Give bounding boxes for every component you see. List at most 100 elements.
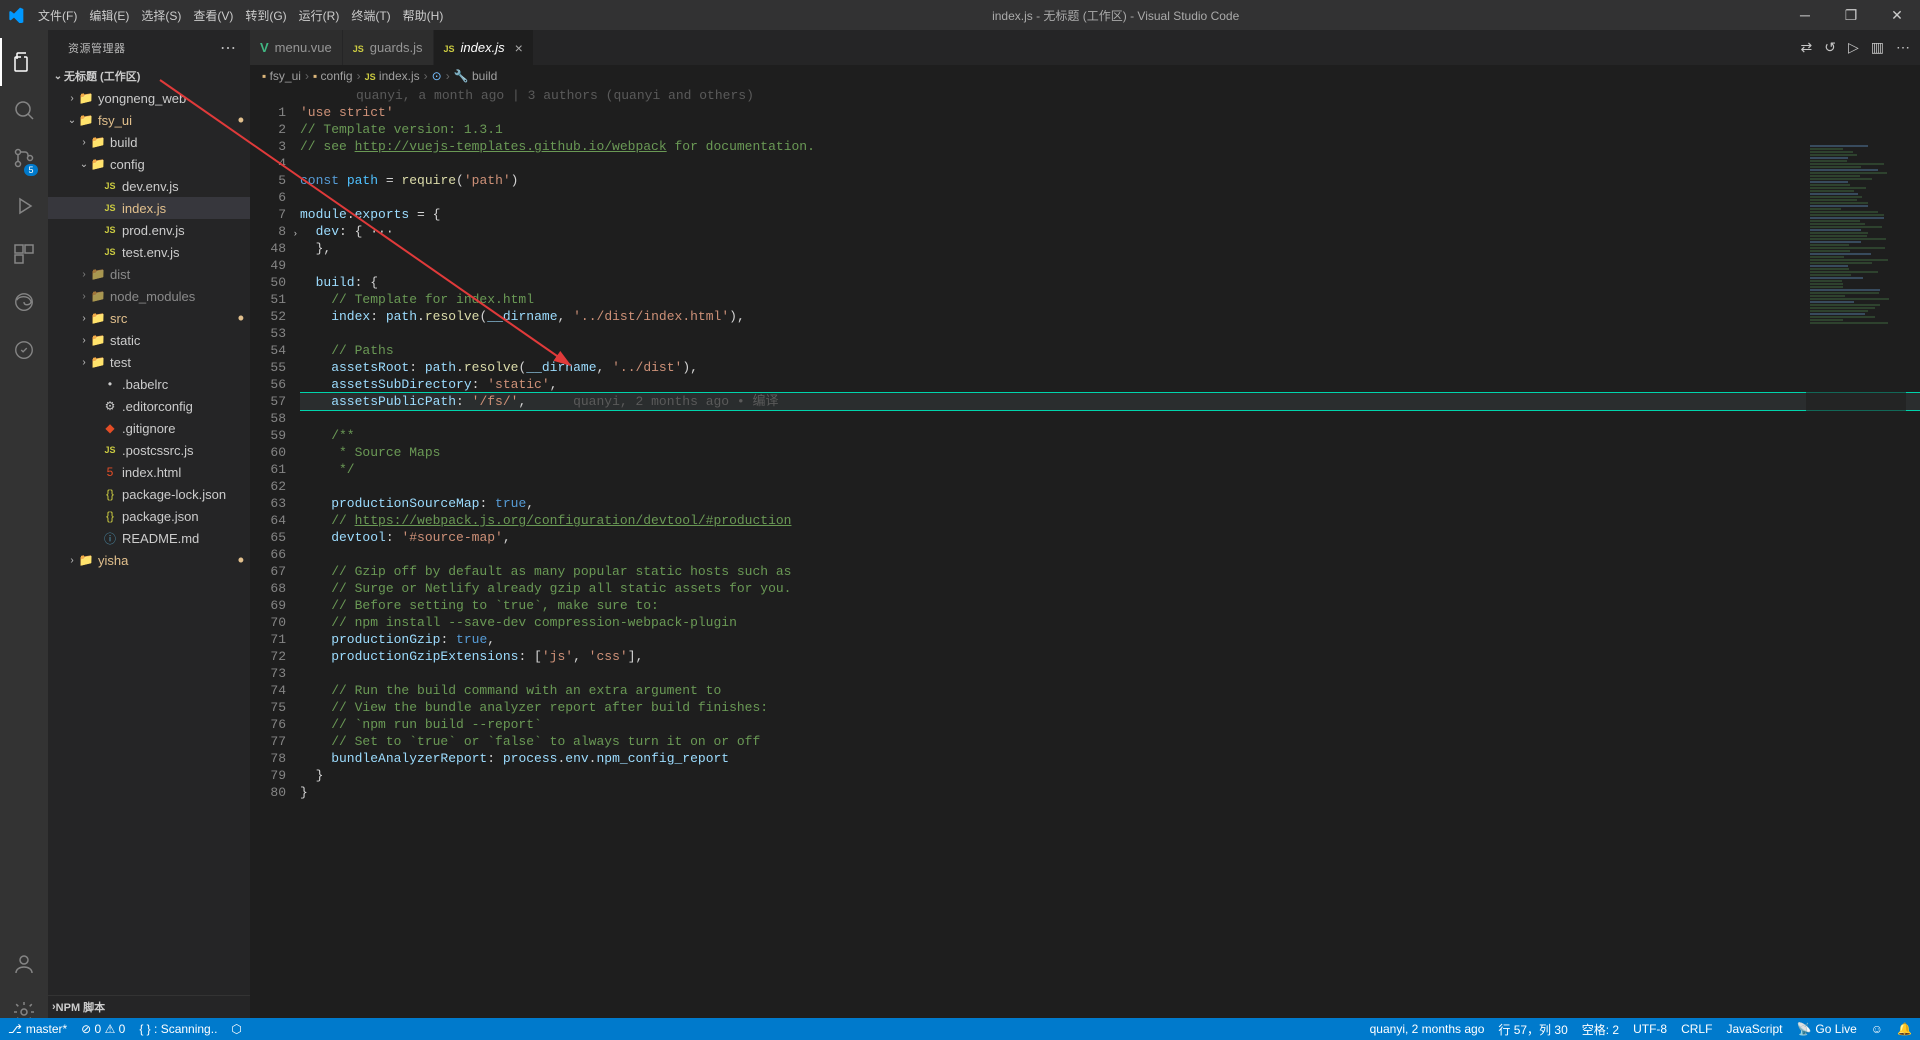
- breadcrumb-item[interactable]: JS index.js: [365, 69, 420, 83]
- code-line[interactable]: 'use strict': [300, 104, 1920, 121]
- close-button[interactable]: ✕: [1874, 0, 1920, 30]
- tree-item[interactable]: JSprod.env.js: [48, 219, 250, 241]
- menu-item[interactable]: 转到(G): [239, 7, 292, 24]
- tree-item[interactable]: ›📁src•: [48, 307, 250, 329]
- tree-item[interactable]: {}package.json: [48, 505, 250, 527]
- code-line[interactable]: }: [300, 767, 1920, 784]
- extensions-icon[interactable]: [0, 230, 48, 278]
- tree-item[interactable]: JSindex.js: [48, 197, 250, 219]
- code-line[interactable]: },: [300, 240, 1920, 257]
- edge-icon[interactable]: [0, 278, 48, 326]
- source-control-icon[interactable]: 5: [0, 134, 48, 182]
- code-line[interactable]: productionSourceMap: true,: [300, 495, 1920, 512]
- code-line[interactable]: build: {: [300, 274, 1920, 291]
- tree-item[interactable]: JSdev.env.js: [48, 175, 250, 197]
- code-line[interactable]: // View the bundle analyzer report after…: [300, 699, 1920, 716]
- code-line[interactable]: assetsRoot: path.resolve(__dirname, '../…: [300, 359, 1920, 376]
- code-line[interactable]: productionGzipExtensions: ['js', 'css'],: [300, 648, 1920, 665]
- sidebar-more-icon[interactable]: ⋯: [220, 38, 238, 58]
- code-line[interactable]: // Run the build command with an extra a…: [300, 682, 1920, 699]
- code-line[interactable]: [300, 478, 1920, 495]
- code-line[interactable]: [300, 410, 1920, 427]
- status-scanning[interactable]: { } : Scanning..: [139, 1022, 217, 1036]
- tree-item[interactable]: {}package-lock.json: [48, 483, 250, 505]
- status-eol[interactable]: CRLF: [1681, 1022, 1712, 1036]
- breadcrumbs[interactable]: ▪ fsy_ui›▪ config›JS index.js›⊙ ›🔧 build: [250, 65, 1920, 87]
- code-line[interactable]: [300, 257, 1920, 274]
- status-ln-col[interactable]: 行 57，列 30: [1498, 1021, 1567, 1038]
- status-bell-icon[interactable]: 🔔: [1897, 1022, 1912, 1036]
- editor-body[interactable]: 1234567›84849505152535455565758596061626…: [250, 87, 1920, 1040]
- explorer-icon[interactable]: [0, 38, 48, 86]
- tree-item[interactable]: ›📁test: [48, 351, 250, 373]
- menu-item[interactable]: 运行(R): [293, 7, 346, 24]
- editor-tab[interactable]: JSindex.js×: [434, 30, 534, 65]
- tree-item[interactable]: ⚙.editorconfig: [48, 395, 250, 417]
- menu-item[interactable]: 终端(T): [345, 7, 396, 24]
- accounts-icon[interactable]: [0, 940, 48, 988]
- menu-item[interactable]: 查看(V): [187, 7, 239, 24]
- code-line[interactable]: module.exports = {: [300, 206, 1920, 223]
- code-line[interactable]: */: [300, 461, 1920, 478]
- status-blame[interactable]: quanyi, 2 months ago: [1370, 1022, 1485, 1036]
- code-line[interactable]: }: [300, 784, 1920, 801]
- tree-item[interactable]: ›📁node_modules: [48, 285, 250, 307]
- code-content[interactable]: quanyi, a month ago | 3 authors (quanyi …: [300, 87, 1920, 1040]
- menu-item[interactable]: 文件(F): [32, 7, 83, 24]
- menu-item[interactable]: 选择(S): [135, 7, 187, 24]
- code-line[interactable]: // npm install --save-dev compression-we…: [300, 614, 1920, 631]
- menu-item[interactable]: 编辑(E): [83, 7, 135, 24]
- tree-workspace-root[interactable]: ⌄无标题 (工作区): [48, 65, 250, 87]
- tree-item[interactable]: •.babelrc: [48, 373, 250, 395]
- close-icon[interactable]: ×: [515, 40, 523, 56]
- tree-item[interactable]: JS.postcssrc.js: [48, 439, 250, 461]
- status-hex-icon[interactable]: ⬡: [231, 1022, 241, 1036]
- status-encoding[interactable]: UTF-8: [1633, 1022, 1667, 1036]
- code-line[interactable]: // Paths: [300, 342, 1920, 359]
- code-line[interactable]: // Surge or Netlify already gzip all sta…: [300, 580, 1920, 597]
- code-line[interactable]: assetsSubDirectory: 'static',: [300, 376, 1920, 393]
- tree-item[interactable]: ›📁yongneng_web: [48, 87, 250, 109]
- editor-tab[interactable]: Vmenu.vue: [250, 30, 343, 65]
- code-line[interactable]: /**: [300, 427, 1920, 444]
- tree-item[interactable]: ⌄📁fsy_ui•: [48, 109, 250, 131]
- minimize-button[interactable]: ─: [1782, 0, 1828, 30]
- status-language[interactable]: JavaScript: [1726, 1022, 1782, 1036]
- code-line[interactable]: // Before setting to `true`, make sure t…: [300, 597, 1920, 614]
- fold-icon[interactable]: ›: [293, 226, 298, 243]
- code-line[interactable]: productionGzip: true,: [300, 631, 1920, 648]
- code-line[interactable]: // see http://vuejs-templates.github.io/…: [300, 138, 1920, 155]
- status-problems[interactable]: ⊘ 0 ⚠ 0: [81, 1022, 125, 1036]
- code-line[interactable]: [300, 665, 1920, 682]
- tree-item[interactable]: JStest.env.js: [48, 241, 250, 263]
- minimap[interactable]: [1806, 144, 1906, 424]
- code-line[interactable]: // Template version: 1.3.1: [300, 121, 1920, 138]
- tree-item[interactable]: ›📁static: [48, 329, 250, 351]
- run-debug-icon[interactable]: [0, 182, 48, 230]
- tree-item[interactable]: 5index.html: [48, 461, 250, 483]
- code-line[interactable]: [300, 189, 1920, 206]
- code-line[interactable]: devtool: '#source-map',: [300, 529, 1920, 546]
- tree-item[interactable]: ⌄📁config: [48, 153, 250, 175]
- code-line[interactable]: // `npm run build --report`: [300, 716, 1920, 733]
- breadcrumb-item[interactable]: ▪ fsy_ui: [262, 69, 301, 83]
- code-line[interactable]: const path = require('path'): [300, 172, 1920, 189]
- status-branch[interactable]: ⎇ master*: [8, 1022, 67, 1036]
- tree-item[interactable]: ›📁dist: [48, 263, 250, 285]
- code-line[interactable]: // Gzip off by default as many popular s…: [300, 563, 1920, 580]
- code-line[interactable]: * Source Maps: [300, 444, 1920, 461]
- status-spaces[interactable]: 空格: 2: [1582, 1021, 1619, 1038]
- run-icon[interactable]: ▷: [1848, 39, 1859, 56]
- code-line[interactable]: // Set to `true` or `false` to always tu…: [300, 733, 1920, 750]
- breadcrumb-item[interactable]: ▪ config: [313, 69, 353, 83]
- editor-tab[interactable]: JSguards.js: [343, 30, 434, 65]
- history-icon[interactable]: ↺: [1824, 39, 1836, 56]
- code-line[interactable]: // Template for index.html: [300, 291, 1920, 308]
- split-icon[interactable]: ▥: [1871, 39, 1884, 56]
- more-icon[interactable]: ⋯: [1896, 39, 1910, 56]
- status-go-live[interactable]: 📡 Go Live: [1796, 1022, 1856, 1036]
- tree-item[interactable]: ›📁yisha•: [48, 549, 250, 571]
- code-line[interactable]: assetsPublicPath: '/fs/', quanyi, 2 mont…: [300, 393, 1920, 410]
- code-line[interactable]: [300, 325, 1920, 342]
- status-feedback-icon[interactable]: ☺: [1871, 1022, 1883, 1036]
